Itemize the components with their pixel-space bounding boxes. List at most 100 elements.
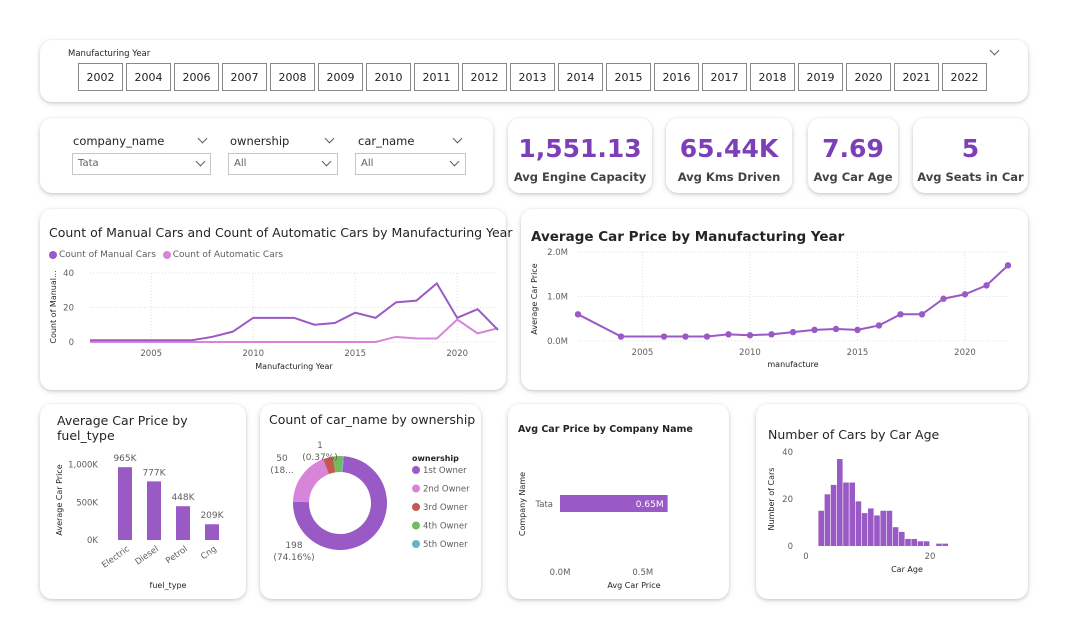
ownership-donut-chart: 198(74.16%)50(18...1(0.37%)ownership1st … <box>260 404 481 599</box>
data-point <box>811 327 817 333</box>
data-point <box>876 322 882 328</box>
year-button-2002[interactable]: 2002 <box>78 63 123 91</box>
x-tick-label: 2005 <box>140 349 162 359</box>
kpi-card-seats: 5 Avg Seats in Car <box>913 118 1028 193</box>
x-tick-label: Electric <box>100 544 132 570</box>
y-axis-title: Average Car Price <box>530 263 539 334</box>
data-label: 448K <box>171 493 195 503</box>
year-button-2012[interactable]: 2012 <box>462 63 507 91</box>
year-button-2004[interactable]: 2004 <box>126 63 171 91</box>
data-point <box>725 331 731 337</box>
x-tick-label: 2020 <box>954 348 976 358</box>
y-tick-label: 1.0M <box>547 293 568 303</box>
legend-marker <box>412 503 420 511</box>
bar <box>837 459 843 546</box>
bar <box>887 511 893 546</box>
data-point <box>661 333 667 339</box>
legend-marker <box>412 485 420 493</box>
car-dropdown[interactable]: All <box>355 153 466 175</box>
data-label: 0.65M <box>636 500 664 510</box>
kpi-value: 65.44K <box>666 134 792 163</box>
bar <box>893 527 899 546</box>
year-button-2014[interactable]: 2014 <box>558 63 603 91</box>
year-button-2006[interactable]: 2006 <box>174 63 219 91</box>
data-label: 1 <box>317 441 323 451</box>
car-age-bar-chart: 02040Number of Cars020Car Age <box>756 404 1028 599</box>
company-chart-card: Avg Car Price by Company Name 0.0M0.5MAv… <box>508 404 729 599</box>
legend-label: 4th Owner <box>423 522 468 532</box>
fuel-bar-chart: 0K500K1,000KAverage Car Price965KElectri… <box>40 404 246 599</box>
car-filter-label: car_name <box>358 134 414 148</box>
legend-marker <box>412 522 420 530</box>
year-button-2010[interactable]: 2010 <box>366 63 411 91</box>
x-axis-title: Avg Car Price <box>607 581 660 590</box>
year-button-2022[interactable]: 2022 <box>942 63 987 91</box>
y-tick-label: 1,000K <box>68 461 98 471</box>
data-point <box>940 296 946 302</box>
year-button-2017[interactable]: 2017 <box>702 63 747 91</box>
kpi-label: Avg Car Age <box>808 170 898 184</box>
data-point <box>897 311 903 317</box>
bar <box>862 513 868 546</box>
x-tick-label: 20 <box>925 552 936 562</box>
y-axis-title: Company Name <box>518 472 527 536</box>
ownership-dropdown[interactable]: All <box>228 153 338 175</box>
y-tick-label: 40 <box>63 269 74 279</box>
data-point <box>1005 262 1011 268</box>
year-button-2009[interactable]: 2009 <box>318 63 363 91</box>
legend-marker <box>412 540 420 548</box>
bar <box>899 532 905 546</box>
car-age-chart-card: Number of Cars by Car Age 02040Number of… <box>756 404 1028 599</box>
y-axis-title: Number of Cars <box>767 468 776 531</box>
ownership-chart-card: Count of car_name by ownership 198(74.16… <box>260 404 481 599</box>
x-tick-label: 0.0M <box>550 568 571 578</box>
year-button-2015[interactable]: 2015 <box>606 63 651 91</box>
x-tick-label: 2010 <box>739 348 761 358</box>
year-button-2008[interactable]: 2008 <box>270 63 315 91</box>
data-point <box>704 333 710 339</box>
year-button-2011[interactable]: 2011 <box>414 63 459 91</box>
data-point <box>575 311 581 317</box>
x-tick-label: 0 <box>803 552 808 562</box>
data-label: 50 <box>276 454 288 464</box>
x-tick-label: Diesel <box>134 544 161 567</box>
data-point <box>682 333 688 339</box>
x-tick-label: Petrol <box>164 544 190 566</box>
legend-title: ownership <box>412 454 459 463</box>
y-tick-label: 0 <box>788 542 793 552</box>
bar <box>942 544 948 546</box>
y-tick-label: 40 <box>782 448 793 458</box>
year-button-2013[interactable]: 2013 <box>510 63 555 91</box>
data-point <box>854 327 860 333</box>
avg-price-chart-card: Average Car Price by Manufacturing Year … <box>521 209 1028 390</box>
kpi-card-kms: 65.44K Avg Kms Driven <box>666 118 792 193</box>
kpi-label: Avg Seats in Car <box>913 170 1028 184</box>
y-tick-label: 0K <box>87 536 98 546</box>
data-label: (18... <box>270 466 294 476</box>
y-tick-label: 0 <box>69 338 74 348</box>
year-button-2007[interactable]: 2007 <box>222 63 267 91</box>
bar <box>205 524 219 540</box>
kpi-label: Avg Engine Capacity <box>508 170 652 184</box>
y-axis-title: Count of Manual... <box>49 270 58 343</box>
fuel-chart-card: Average Car Price by fuel_type 0K500K1,0… <box>40 404 246 599</box>
legend-label: 2nd Owner <box>423 485 470 495</box>
kpi-value: 7.69 <box>808 134 898 163</box>
company-dropdown[interactable]: Tata <box>72 153 211 175</box>
data-point <box>983 282 989 288</box>
year-button-2016[interactable]: 2016 <box>654 63 699 91</box>
x-tick-label: 2015 <box>344 349 366 359</box>
data-label: 965K <box>113 454 137 464</box>
x-axis-title: manufacture <box>767 360 818 369</box>
data-label: (74.16%) <box>273 553 314 563</box>
year-button-2020[interactable]: 2020 <box>846 63 891 91</box>
year-button-2021[interactable]: 2021 <box>894 63 939 91</box>
bar <box>924 541 930 546</box>
data-point <box>919 311 925 317</box>
year-button-2018[interactable]: 2018 <box>750 63 795 91</box>
year-button-2019[interactable]: 2019 <box>798 63 843 91</box>
bar <box>918 541 924 546</box>
x-axis-title: Manufacturing Year <box>255 362 333 371</box>
bar <box>880 511 886 546</box>
donut-slice <box>293 459 329 502</box>
